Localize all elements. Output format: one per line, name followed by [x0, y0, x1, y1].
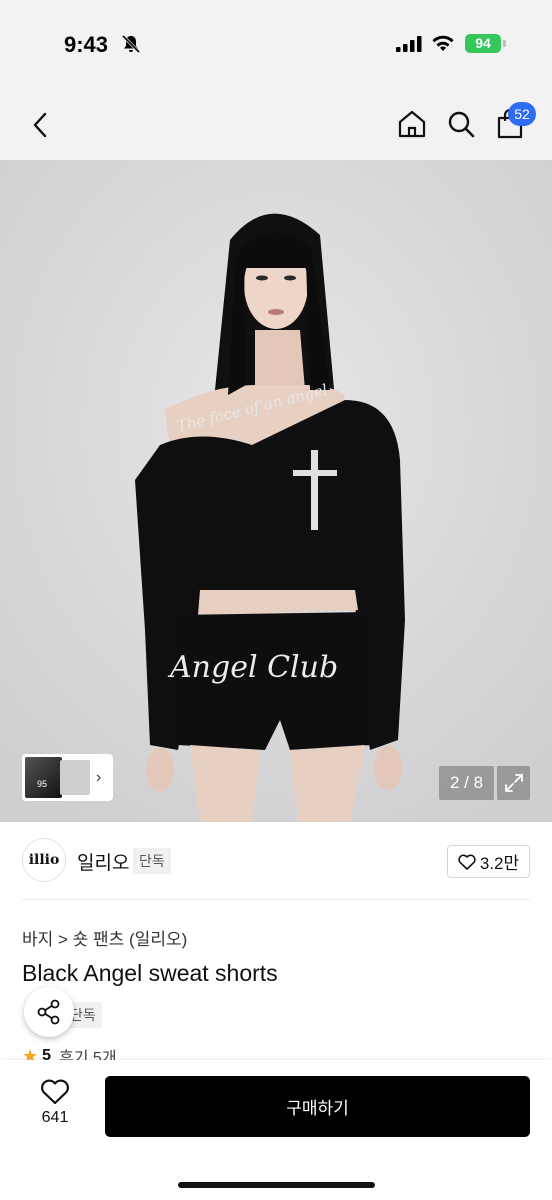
battery-tip: [503, 40, 506, 47]
battery-indicator: 94: [465, 34, 501, 53]
heart-icon: [41, 1079, 69, 1105]
wifi-icon: [432, 35, 454, 51]
thumbnail-secondary[interactable]: [60, 760, 90, 795]
brand-name[interactable]: 일리오: [77, 848, 129, 875]
top-nav-bar: [0, 90, 552, 160]
share-icon: [37, 999, 60, 1025]
expand-image-button[interactable]: [497, 766, 530, 800]
signal-icon: [396, 36, 422, 52]
home-indicator: [178, 1182, 375, 1188]
wishlist-button[interactable]: 641: [22, 1078, 88, 1138]
product-photo: [0, 160, 552, 822]
wishlist-count: 641: [41, 1109, 69, 1126]
brand-logo[interactable]: illio: [22, 838, 66, 882]
heart-icon: [458, 854, 476, 870]
cart-count-badge: 52: [508, 102, 536, 126]
home-button[interactable]: [392, 104, 432, 144]
back-button[interactable]: [22, 105, 58, 145]
product-title: Black Angel sweat shorts: [22, 960, 278, 986]
brand-exclusive-badge: 단독: [133, 848, 171, 874]
expand-icon: [504, 774, 523, 792]
bell-off-icon: [121, 34, 141, 54]
thumbnail-strip[interactable]: 95 ›: [22, 754, 113, 801]
status-bar: 9:43 94: [0, 0, 552, 90]
status-time: 9:43: [64, 32, 109, 57]
share-button[interactable]: [24, 987, 74, 1037]
product-image[interactable]: The face of an angel Angel Club: [0, 160, 552, 822]
chevron-left-icon: [33, 112, 47, 138]
divider: [22, 899, 530, 900]
image-page-counter: 2 / 8: [439, 766, 494, 800]
search-button[interactable]: [441, 104, 481, 144]
category-breadcrumb[interactable]: 바지 > 숏 팬츠 (일리오): [22, 925, 187, 950]
thumbnail-main[interactable]: 95: [25, 757, 62, 798]
brand-like-button[interactable]: 3.2만: [447, 845, 530, 878]
brand-like-count: 3.2만: [479, 854, 520, 873]
home-icon: [398, 110, 426, 138]
print-text-bottom: Angel Club: [170, 650, 339, 685]
thumbnail-label: 95: [37, 779, 48, 789]
search-icon: [448, 111, 475, 138]
chevron-right-icon[interactable]: ›: [96, 769, 101, 787]
buy-button[interactable]: 구매하기: [105, 1076, 530, 1137]
